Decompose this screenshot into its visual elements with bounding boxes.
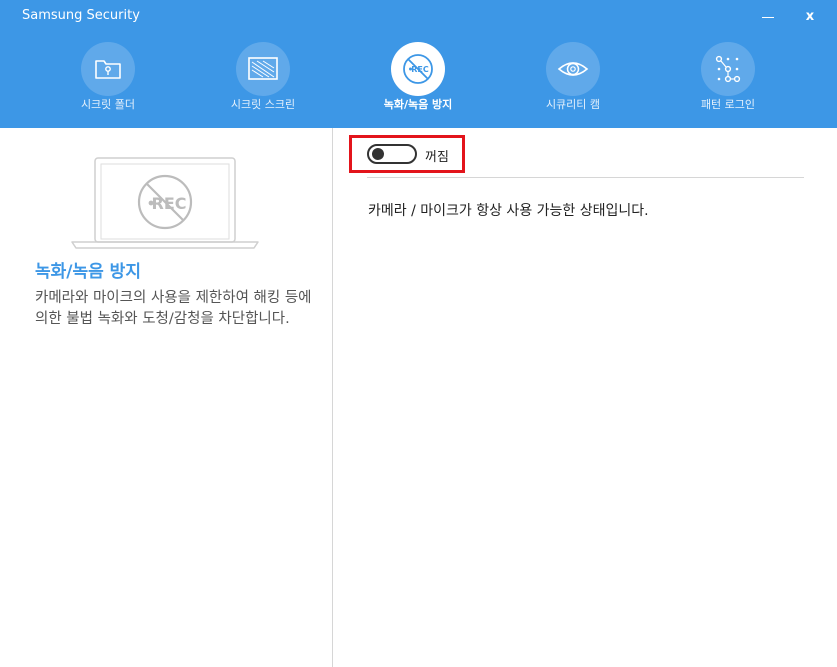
tab-secret-folder[interactable]: 시크릿 폴더 — [38, 42, 178, 122]
svg-text:REC: REC — [411, 65, 429, 74]
minimize-button[interactable] — [756, 0, 780, 34]
eye-camera-icon — [546, 42, 600, 96]
tab-secret-screen[interactable]: 시크릿 스크린 — [193, 42, 333, 122]
tab-label: 시크릿 스크린 — [230, 98, 296, 111]
svg-text:REC: REC — [152, 194, 187, 213]
header-bar: Samsung Security x 시크릿 폴더 시크릿 스크린 REC 녹화… — [0, 0, 837, 128]
close-button[interactable]: x — [800, 6, 820, 28]
laptop-rec-illustration: REC — [71, 157, 259, 249]
privacy-screen-icon — [236, 42, 290, 96]
folder-key-icon — [81, 42, 135, 96]
tab-label: 녹화/녹음 방지 — [383, 98, 453, 111]
toggle-state-label: 꺼짐 — [425, 150, 449, 165]
toggle-knob — [372, 148, 384, 160]
no-rec-icon: REC — [391, 42, 445, 96]
divider — [367, 177, 804, 178]
settings-panel: 꺼짐 카메라 / 마이크가 항상 사용 가능한 상태입니다. — [334, 128, 837, 667]
tab-label: 패턴 로그인 — [700, 98, 756, 111]
tab-pattern-login[interactable]: 패턴 로그인 — [658, 42, 798, 122]
tab-label: 시크릿 폴더 — [80, 98, 136, 111]
rec-prevention-toggle[interactable] — [367, 144, 417, 164]
tab-security-cam[interactable]: 시큐리티 캠 — [503, 42, 643, 122]
feature-title: 녹화/녹음 방지 — [35, 262, 141, 282]
feature-description: 카메라와 마이크의 사용을 제한하여 해킹 등에 의한 불법 녹화와 도청/감청… — [35, 290, 312, 327]
feature-info-panel: REC 녹화/녹음 방지 카메라와 마이크의 사용을 제한하여 해킹 등에 의한… — [0, 128, 333, 667]
window-title: Samsung Security — [22, 8, 140, 23]
pattern-icon — [701, 42, 755, 96]
tab-rec-prevention[interactable]: REC 녹화/녹음 방지 — [348, 42, 488, 122]
status-message: 카메라 / 마이크가 항상 사용 가능한 상태입니다. — [368, 203, 649, 219]
tab-label: 시큐리티 캠 — [545, 98, 601, 111]
